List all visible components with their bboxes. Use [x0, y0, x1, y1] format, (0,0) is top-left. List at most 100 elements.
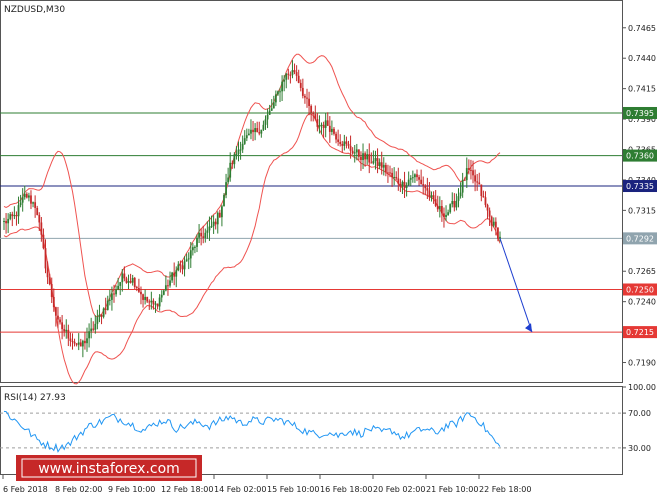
candle-body [140, 291, 142, 295]
candle-body [81, 340, 84, 347]
candle-body [3, 221, 5, 223]
candle-body [119, 282, 122, 286]
level-tag-label: 0.7360 [626, 152, 654, 161]
candle-body [216, 212, 219, 225]
candle-body [144, 296, 147, 300]
candle-body [175, 270, 178, 277]
candle-body [200, 232, 203, 237]
watermark-text: www.instaforex.com [38, 461, 180, 477]
candle-body [185, 259, 188, 262]
candle-body [366, 154, 369, 160]
candle-body [337, 139, 340, 142]
candle-body [283, 79, 286, 82]
candle-body [148, 301, 151, 303]
candle-body [254, 128, 257, 133]
candle-body [61, 322, 64, 330]
candle-body [142, 294, 144, 300]
candle-body [206, 230, 209, 233]
candle-body [476, 181, 479, 183]
candle-body [245, 135, 248, 139]
candle-body [231, 162, 234, 165]
candle-body [250, 129, 252, 134]
time-tick-label: 20 Feb 02:00 [373, 485, 425, 494]
candle-body [407, 179, 410, 186]
candle-body [293, 70, 296, 73]
candle-body [465, 168, 468, 181]
candle-body [389, 172, 391, 174]
candle-body [92, 328, 95, 330]
candle-body [434, 199, 437, 206]
candle-body [422, 184, 425, 186]
candle-body [393, 176, 396, 178]
rsi-tick-label: 100.00 [628, 383, 656, 392]
candle-body [424, 185, 427, 189]
candle-body [345, 141, 348, 144]
candle-body [5, 221, 7, 224]
candle-body [291, 70, 294, 75]
candle-body [428, 190, 431, 198]
candle-body [372, 160, 375, 164]
candle-body [480, 184, 483, 197]
candle-body [84, 340, 86, 344]
candle-body [463, 179, 466, 181]
candle-body [239, 149, 242, 151]
candle-body [229, 162, 232, 178]
candle-body [243, 138, 246, 144]
candle-body [19, 202, 22, 206]
candle-body [223, 194, 225, 207]
candle-body [461, 179, 464, 193]
level-tag-label: 0.7292 [626, 234, 654, 243]
price-axis: 0.74650.74400.74150.73900.73650.73400.73… [622, 24, 656, 368]
candle-body [108, 299, 111, 301]
candle-body [202, 236, 205, 238]
candle-body [270, 108, 273, 111]
candle-body [403, 181, 406, 188]
candle-body [171, 272, 174, 281]
candle-body [88, 331, 90, 339]
candle-body [133, 277, 136, 288]
candle-body [401, 181, 404, 187]
candle-body [360, 156, 362, 161]
candle-body [262, 124, 265, 130]
candle-body [335, 133, 337, 140]
candle-body [221, 206, 223, 218]
candle-body [430, 195, 433, 198]
candle-body [63, 329, 66, 332]
candle-body [9, 214, 12, 219]
candle-body [115, 289, 117, 295]
candle-body [154, 303, 157, 305]
candle-body [494, 221, 497, 228]
candle-body [137, 288, 140, 292]
candle-body [405, 185, 408, 188]
candle-body [274, 94, 277, 103]
candle-body [36, 207, 39, 215]
candle-body [416, 174, 418, 178]
candle-body [177, 264, 180, 271]
candle-body [436, 205, 439, 210]
candle-body [355, 149, 358, 153]
candle-body [208, 226, 211, 231]
candle-body [204, 232, 207, 238]
candle-body [189, 250, 192, 259]
candle-body [32, 202, 34, 204]
candle-body [183, 261, 186, 270]
candle-body [131, 277, 134, 283]
time-tick-label: 21 Feb 10:00 [426, 485, 478, 494]
candle-body [69, 338, 72, 342]
time-tick-label: 8 Feb 02:00 [55, 485, 102, 494]
candle-body [65, 329, 68, 332]
candle-body [420, 179, 423, 185]
candle-body [181, 265, 184, 270]
candle-body [472, 170, 474, 176]
candle-body [225, 182, 227, 195]
candle-body [295, 72, 298, 76]
candle-body [214, 221, 217, 225]
candle-body [285, 73, 288, 80]
candle-body [34, 202, 37, 208]
candle-body [384, 164, 387, 173]
candle-body [272, 102, 275, 109]
candle-body [71, 341, 74, 343]
chart-canvas: 0.74650.74400.74150.73900.73650.73400.73… [0, 0, 664, 498]
watermark-banner: www.instaforex.com [16, 455, 202, 481]
candle-body [440, 206, 443, 214]
